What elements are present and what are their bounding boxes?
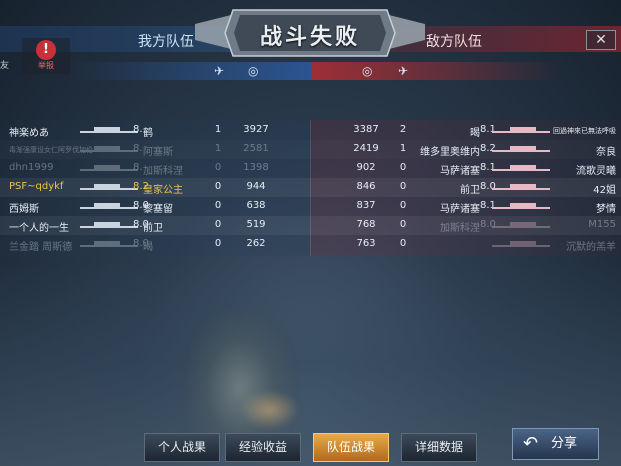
ship-silhouette-icon (492, 203, 552, 211)
enemy-player-name: 流歌灵曦 (576, 166, 616, 177)
enemy-player-name: 梦情 (596, 204, 616, 215)
ally-header-strip (68, 62, 312, 80)
enemy-ship-name: 暍 (470, 128, 480, 139)
enemy-kills: 0 (399, 162, 407, 173)
tab-personal-results[interactable]: 个人战果 (144, 433, 220, 462)
ally-player-name: 神楽めあ (9, 128, 49, 139)
friend-label: 友 (0, 61, 10, 71)
ship-silhouette-icon (492, 165, 552, 173)
ally-score: 3927 (243, 124, 269, 135)
battle-result-emblem: 战斗失败 (195, 6, 425, 60)
share-button[interactable]: ↶ 分享 (512, 428, 599, 460)
enemy-score: 846 (356, 181, 376, 192)
enemy-player-name: 奈良 (596, 147, 616, 158)
table-row[interactable]: 902 0 马萨诸塞 8.1 流歌灵曦 (0, 159, 621, 178)
tab-detailed-data[interactable]: 详细数据 (401, 433, 477, 462)
enemy-player-name: 沉默的羔羊 (566, 242, 616, 253)
enemy-ship-name: 加斯科涅 (440, 223, 480, 234)
enemy-player-name: 42姐 (593, 185, 616, 196)
ally-player-name: 西姆斯 (9, 204, 39, 215)
enemy-team-label: 敌方队伍 (426, 34, 482, 50)
table-row[interactable]: 西姆斯 8.0 黎塞留 0 638 837 0 马萨诸塞 8.1 梦情 (0, 197, 621, 216)
enemy-ship-name: 马萨诸塞 (440, 166, 480, 177)
enemy-kills: 0 (399, 181, 407, 192)
table-row[interactable]: 神楽めあ 8. 鹤 1 3927 3387 2 暍 8.1 回過神來已無法呼吸 (0, 121, 621, 140)
warning-icon: ! (36, 40, 56, 60)
ship-silhouette-icon (492, 241, 552, 249)
share-label: 分享 (551, 436, 578, 451)
ship-tier: 8. (133, 124, 143, 135)
table-row[interactable]: 加斯科涅 8.0 M155 (0, 216, 621, 235)
ally-kills: 1 (214, 124, 222, 135)
ship-silhouette-icon (492, 222, 552, 230)
ally-score: 638 (246, 200, 266, 211)
table-row[interactable]: 2419 1 维多里奥维内 8.2 奈良 (0, 140, 621, 159)
battle-result-title: 战斗失败 (259, 25, 360, 50)
tab-team-results[interactable]: 队伍战果 (313, 433, 389, 462)
enemy-ship-name: 维多里奥维内 (420, 147, 480, 158)
enemy-score: 2419 (353, 143, 379, 154)
enemy-kills: 2 (399, 124, 407, 135)
ally-ship-name: 鹤 (143, 128, 153, 139)
ship-silhouette-icon (492, 184, 552, 192)
ally-kills: 0 (214, 181, 222, 192)
enemy-header-strip (312, 62, 562, 80)
ship-silhouette-icon (492, 146, 552, 154)
ship-silhouette-icon (80, 127, 140, 135)
table-row[interactable]: 沉默的羔羊 (0, 235, 621, 254)
ally-kills: 0 (214, 200, 222, 211)
plane-icon: ✈ (398, 64, 409, 78)
enemy-score: 837 (356, 200, 376, 211)
target-icon: ◎ (248, 64, 259, 78)
report-label: 举报 (38, 61, 54, 70)
enemy-score: 3387 (353, 124, 379, 135)
plane-icon: ✈ (214, 64, 225, 78)
enemy-ship-name: 马萨诸塞 (440, 204, 480, 215)
sunken-ship-image (185, 310, 300, 440)
ship-silhouette-icon (80, 203, 140, 211)
ship-silhouette-icon (492, 127, 552, 135)
ally-ship-name: 皇家公主 (143, 185, 183, 196)
enemy-kills: 1 (399, 143, 407, 154)
table-row[interactable]: PSF~qdykf 8.2 皇家公主 0 944 846 0 前卫 8.0 42… (0, 178, 621, 197)
enemy-ship-name: 前卫 (460, 185, 480, 196)
target-icon: ◎ (362, 64, 373, 78)
enemy-kills: 0 (399, 200, 407, 211)
ally-ship-name: 黎塞留 (143, 204, 173, 215)
tab-experience[interactable]: 经验收益 (225, 433, 301, 462)
close-button[interactable]: ✕ (586, 30, 616, 50)
enemy-score: 902 (356, 162, 376, 173)
ship-silhouette-icon (80, 184, 140, 192)
ally-score: 944 (246, 181, 266, 192)
self-player-name: PSF~qdykf (9, 181, 64, 192)
my-team-label: 我方队伍 (138, 34, 194, 50)
enemy-player-name: M155 (588, 219, 616, 230)
enemy-player-name: 回過神來已無法呼吸 (553, 127, 616, 135)
report-button[interactable]: ! 举报 (22, 38, 70, 74)
share-arrow-icon: ↶ (523, 433, 539, 454)
